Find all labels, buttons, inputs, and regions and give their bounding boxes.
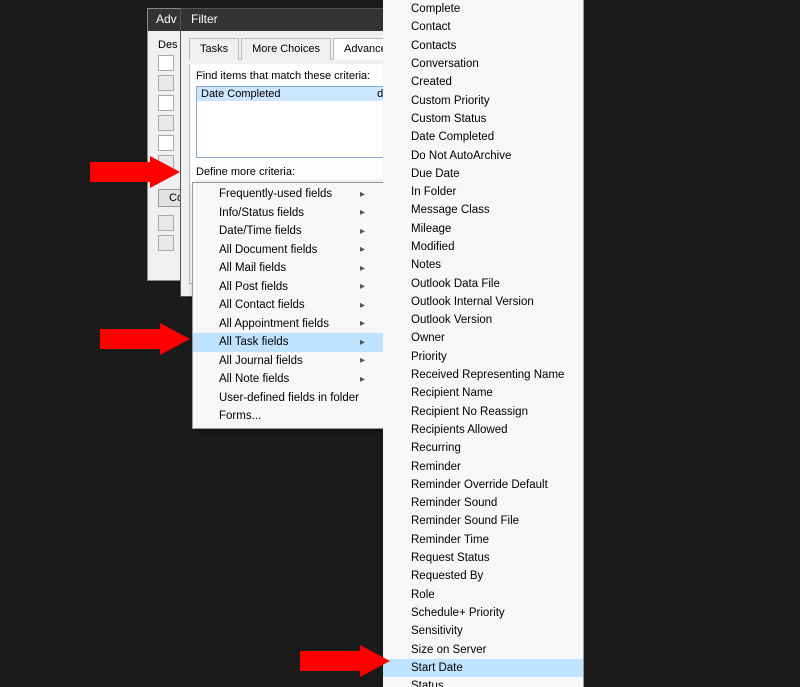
field-menu-item[interactable]: Conversation xyxy=(383,55,583,73)
category-menu-label: Date/Time fields xyxy=(219,225,302,237)
submenu-arrow-icon: ▸ xyxy=(360,263,365,274)
category-menu-item[interactable]: Forms... xyxy=(193,407,383,426)
field-menu-item[interactable]: Reminder xyxy=(383,457,583,475)
field-menu-item[interactable]: Schedule+ Priority xyxy=(383,604,583,622)
field-menu-item[interactable]: Date Completed xyxy=(383,128,583,146)
field-menu-item[interactable]: Complete xyxy=(383,0,583,18)
field-menu-item[interactable]: In Folder xyxy=(383,183,583,201)
field-menu-item[interactable]: Recurring xyxy=(383,439,583,457)
category-menu-item[interactable]: All Note fields ▸ xyxy=(193,370,383,389)
checkbox-slot xyxy=(158,115,174,131)
category-menu-item[interactable]: User-defined fields in folder xyxy=(193,389,383,408)
field-menu-item[interactable]: Request Status xyxy=(383,549,583,567)
category-menu-label: All Task fields xyxy=(219,336,288,348)
category-menu-item[interactable]: All Mail fields ▸ xyxy=(193,259,383,278)
field-menu-item[interactable]: Role xyxy=(383,586,583,604)
annotation-arrow-icon xyxy=(300,645,390,677)
field-menu-item[interactable]: Custom Priority xyxy=(383,91,583,109)
field-menu-item[interactable]: Size on Server xyxy=(383,640,583,658)
tab-more-choices[interactable]: More Choices xyxy=(241,38,331,60)
field-menu-item[interactable]: Requested By xyxy=(383,567,583,585)
submenu-arrow-icon: ▸ xyxy=(360,189,365,200)
field-menu-item[interactable]: Notes xyxy=(383,256,583,274)
category-menu-item[interactable]: Info/Status fields ▸ xyxy=(193,204,383,223)
field-menu-item[interactable]: Message Class xyxy=(383,201,583,219)
category-menu-item[interactable]: Date/Time fields ▸ xyxy=(193,222,383,241)
category-menu-item[interactable]: All Post fields ▸ xyxy=(193,278,383,297)
field-menu-item[interactable]: Reminder Time xyxy=(383,531,583,549)
submenu-arrow-icon: ▸ xyxy=(360,300,365,311)
checkbox-slot[interactable] xyxy=(158,95,174,111)
category-menu-label: All Document fields xyxy=(219,244,317,256)
category-menu-label: All Appointment fields xyxy=(219,318,329,330)
category-menu-item[interactable]: All Journal fields ▸ xyxy=(193,352,383,371)
field-menu-item[interactable]: Custom Status xyxy=(383,110,583,128)
category-menu-label: Info/Status fields xyxy=(219,207,304,219)
submenu-arrow-icon: ▸ xyxy=(360,337,365,348)
category-menu-item[interactable]: Frequently-used fields ▸ xyxy=(193,185,383,204)
submenu-arrow-icon: ▸ xyxy=(360,374,365,385)
field-menu-item[interactable]: Recipient Name xyxy=(383,384,583,402)
submenu-arrow-icon: ▸ xyxy=(360,226,365,237)
field-menu-item[interactable]: Modified xyxy=(383,238,583,256)
field-menu-item[interactable]: Outlook Internal Version xyxy=(383,293,583,311)
category-menu-label: All Note fields xyxy=(219,373,289,385)
field-menu-item[interactable]: Sensitivity xyxy=(383,622,583,640)
checkbox-slot xyxy=(158,75,174,91)
field-menu-item[interactable]: Created xyxy=(383,73,583,91)
checkbox-slot xyxy=(158,235,174,251)
field-menu-item[interactable]: Status xyxy=(383,677,583,687)
field-menu-item[interactable]: Start Date xyxy=(383,659,583,677)
field-menu-item[interactable]: Outlook Version xyxy=(383,311,583,329)
category-menu-item[interactable]: All Contact fields ▸ xyxy=(193,296,383,315)
field-menu-item[interactable]: Contacts xyxy=(383,37,583,55)
field-menu-item[interactable]: Recipients Allowed xyxy=(383,421,583,439)
task-fields-menu: CompleteContactContactsConversationCreat… xyxy=(383,0,584,687)
field-menu-item[interactable]: Outlook Data File xyxy=(383,274,583,292)
checkbox-slot[interactable] xyxy=(158,55,174,71)
field-menu-item[interactable]: Due Date xyxy=(383,165,583,183)
field-menu-item[interactable]: Received Representing Name xyxy=(383,366,583,384)
submenu-arrow-icon: ▸ xyxy=(360,244,365,255)
field-categories-menu: Frequently-used fields▸Info/Status field… xyxy=(192,182,384,429)
category-menu-item[interactable]: All Task fields ▸ xyxy=(193,333,383,352)
criteria-field: Date Completed xyxy=(201,88,293,100)
field-menu-item[interactable]: Contact xyxy=(383,18,583,36)
checkbox-slot[interactable] xyxy=(158,135,174,151)
category-menu-label: All Contact fields xyxy=(219,299,305,311)
tab-tasks[interactable]: Tasks xyxy=(189,38,239,60)
submenu-arrow-icon: ▸ xyxy=(360,318,365,329)
checkbox-slot xyxy=(158,215,174,231)
field-menu-item[interactable]: Reminder Sound File xyxy=(383,512,583,530)
submenu-arrow-icon: ▸ xyxy=(360,355,365,366)
field-menu-item[interactable]: Recipient No Reassign xyxy=(383,403,583,421)
submenu-arrow-icon: ▸ xyxy=(360,281,365,292)
category-menu-item[interactable]: All Appointment fields ▸ xyxy=(193,315,383,334)
field-menu-item[interactable]: Do Not AutoArchive xyxy=(383,146,583,164)
category-menu-label: Frequently-used fields xyxy=(219,188,332,200)
field-menu-item[interactable]: Reminder Sound xyxy=(383,494,583,512)
category-menu-label: User-defined fields in folder xyxy=(219,392,359,404)
checkbox-slot xyxy=(158,155,174,171)
submenu-arrow-icon: ▸ xyxy=(360,207,365,218)
annotation-arrow-icon xyxy=(100,323,190,355)
category-menu-label: Forms... xyxy=(219,410,261,422)
field-menu-item[interactable]: Priority xyxy=(383,348,583,366)
category-menu-item[interactable]: All Document fields ▸ xyxy=(193,241,383,260)
field-menu-item[interactable]: Owner xyxy=(383,329,583,347)
field-menu-item[interactable]: Reminder Override Default xyxy=(383,476,583,494)
field-menu-item[interactable]: Mileage xyxy=(383,220,583,238)
category-menu-label: All Post fields xyxy=(219,281,288,293)
category-menu-label: All Journal fields xyxy=(219,355,303,367)
category-menu-label: All Mail fields xyxy=(219,262,286,274)
